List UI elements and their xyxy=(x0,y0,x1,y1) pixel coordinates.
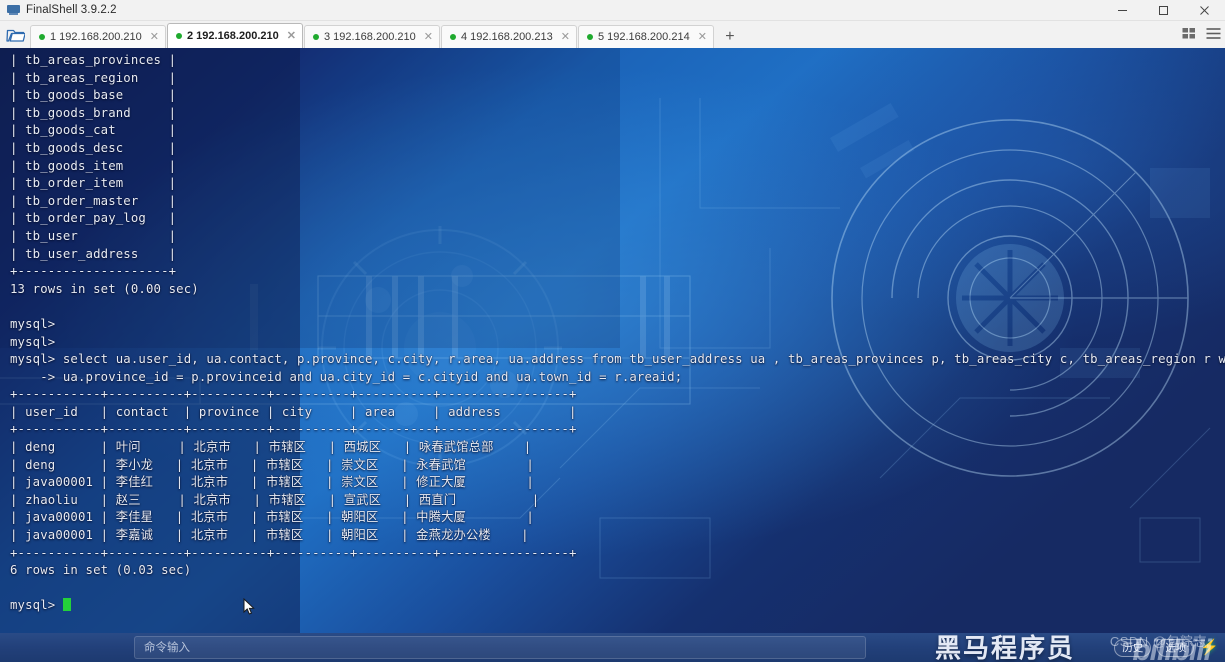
terminal-output: | tb_areas_provinces | | tb_areas_region… xyxy=(0,48,1225,633)
lightning-bolt-icon[interactable]: ⚡ xyxy=(1200,640,1219,655)
watermark-brand: 黑马程序员 xyxy=(934,633,1075,662)
tab-label: 2 192.168.200.210 xyxy=(186,30,279,42)
tab-list: 1 192.168.200.210 ✕ 2 192.168.200.210 ✕ … xyxy=(30,22,741,48)
bottom-bar-tools: 历史 选项 ⚡ xyxy=(1114,633,1219,662)
minimize-button[interactable] xyxy=(1102,0,1143,20)
app-icon xyxy=(7,4,20,16)
window-controls xyxy=(1102,0,1225,20)
close-button[interactable] xyxy=(1184,0,1225,20)
tab-2[interactable]: 2 192.168.200.210 ✕ xyxy=(166,23,303,48)
tab-close-icon[interactable]: ✕ xyxy=(698,31,707,43)
tab-status-dot xyxy=(449,34,456,40)
tab-5[interactable]: 5 192.168.200.214 ✕ xyxy=(577,25,714,48)
tab-bar: 1 192.168.200.210 ✕ 2 192.168.200.210 ✕ … xyxy=(0,21,1225,49)
open-folder-icon[interactable] xyxy=(0,22,30,48)
tab-4[interactable]: 4 192.168.200.213 ✕ xyxy=(440,25,577,48)
options-button[interactable]: 选项 xyxy=(1157,638,1195,657)
hamburger-menu-icon[interactable] xyxy=(1206,27,1221,45)
mouse-cursor xyxy=(243,598,255,615)
grid-layout-icon[interactable] xyxy=(1182,27,1197,45)
maximize-button[interactable] xyxy=(1143,0,1184,20)
command-input-wrapper xyxy=(134,636,866,659)
tab-status-dot xyxy=(586,34,593,40)
tab-label: 4 192.168.200.213 xyxy=(460,31,553,43)
tab-close-icon[interactable]: ✕ xyxy=(561,31,570,43)
tab-label: 5 192.168.200.214 xyxy=(597,31,690,43)
tab-status-dot xyxy=(175,33,182,39)
history-button[interactable]: 历史 xyxy=(1114,638,1152,657)
bottom-bar: 历史 选项 ⚡ 黑马程序员 bilibili CSDN @包粽志 xyxy=(0,633,1225,662)
tab-close-icon[interactable]: ✕ xyxy=(287,30,296,42)
terminal-body: | tb_areas_provinces | | tb_areas_region… xyxy=(10,53,1225,613)
tab-1[interactable]: 1 192.168.200.210 ✕ xyxy=(30,25,166,48)
finalshell-window: FinalShell 3.9.2.2 1 192.168.200.210 ✕ 2… xyxy=(0,0,1225,662)
tabbar-right-tools xyxy=(1182,27,1221,45)
tab-close-icon[interactable]: ✕ xyxy=(424,31,433,43)
tab-status-dot xyxy=(312,34,319,40)
window-title: FinalShell 3.9.2.2 xyxy=(26,4,117,16)
tab-label: 3 192.168.200.210 xyxy=(323,31,416,43)
new-tab-button[interactable]: + xyxy=(719,26,741,48)
command-input[interactable] xyxy=(134,636,866,659)
terminal-pane[interactable]: | tb_areas_provinces | | tb_areas_region… xyxy=(0,48,1225,633)
tab-3[interactable]: 3 192.168.200.210 ✕ xyxy=(303,25,440,48)
tab-status-dot xyxy=(39,34,45,40)
tab-close-icon[interactable]: ✕ xyxy=(150,31,159,43)
tab-label: 1 192.168.200.210 xyxy=(50,31,142,43)
title-bar: FinalShell 3.9.2.2 xyxy=(0,0,1225,21)
